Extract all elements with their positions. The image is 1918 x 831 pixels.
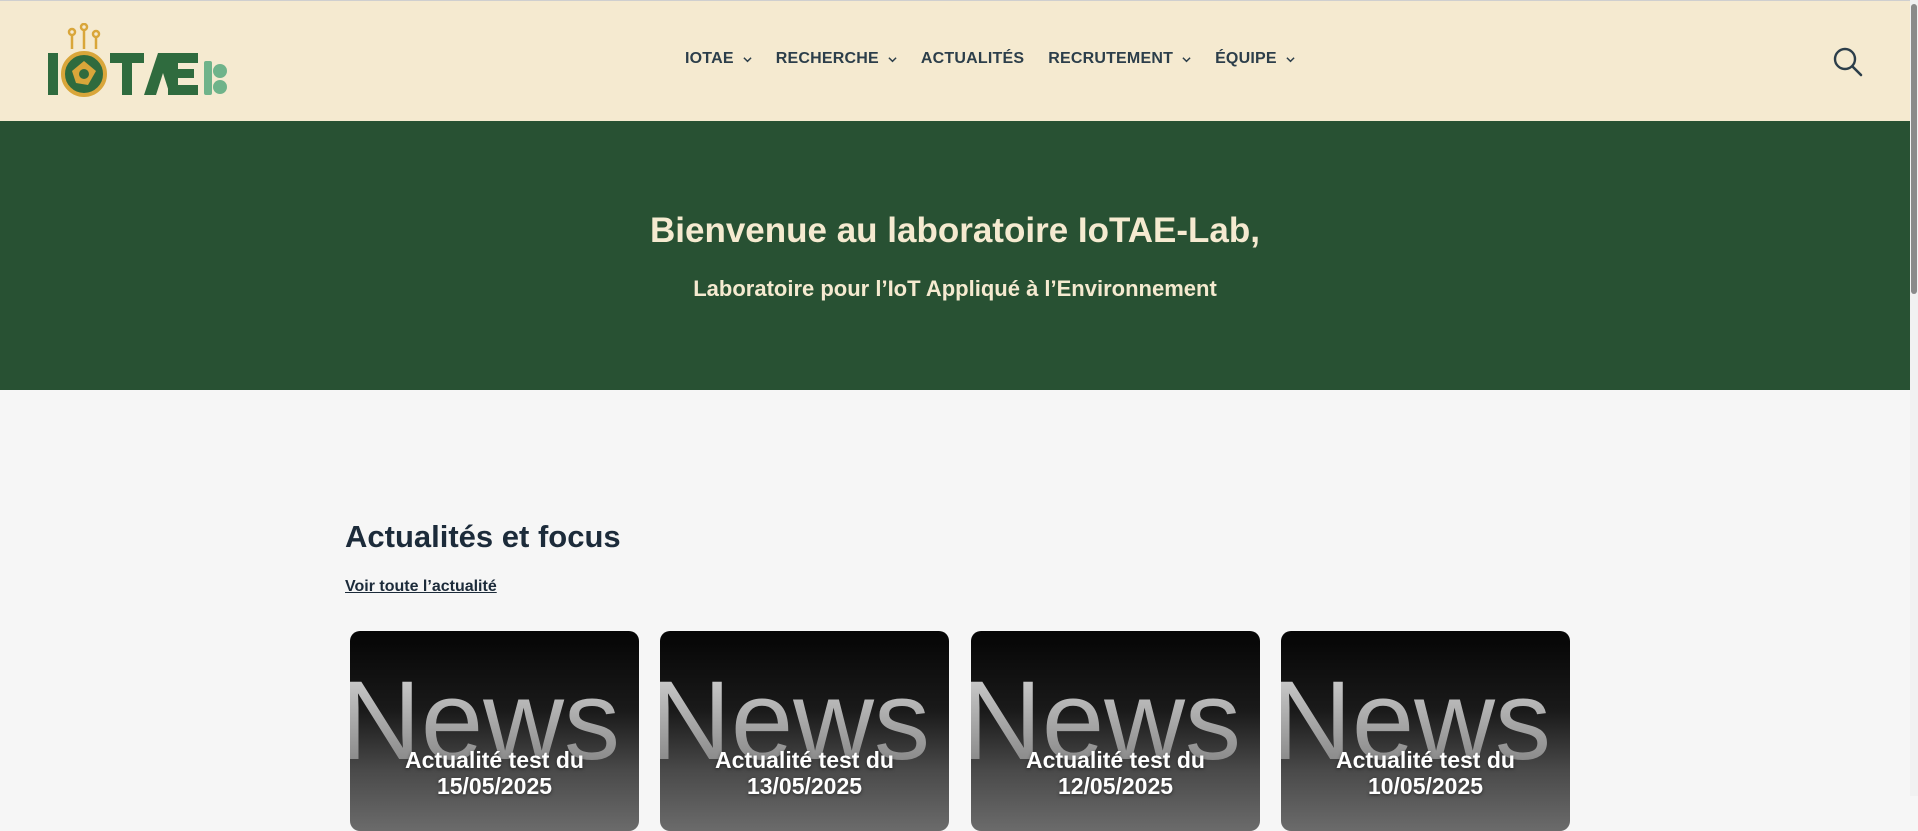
- news-card[interactable]: News Actualité test du 15/05/2025: [350, 631, 639, 831]
- news-card[interactable]: News Actualité test du 10/05/2025: [1281, 631, 1570, 831]
- nav-item-label: IOTAE: [685, 50, 734, 67]
- page-scrollbar[interactable]: [1910, 0, 1918, 796]
- news-image: News: [1281, 658, 1551, 783]
- nav-item-label: RECRUTEMENT: [1048, 50, 1174, 67]
- news-card[interactable]: News Actualité test du 12/05/2025: [971, 631, 1260, 831]
- hero-banner: Bienvenue au laboratoire IoTAE-Lab, Labo…: [0, 121, 1910, 390]
- hero-title: Bienvenue au laboratoire IoTAE-Lab,: [649, 211, 1260, 250]
- hero-subtitle: Laboratoire pour l’IoT Appliqué à l’Envi…: [693, 276, 1217, 301]
- chevron-down-icon: [888, 56, 897, 62]
- nav-item-label: ACTUALITÉS: [920, 50, 1025, 67]
- nav-item-equipe[interactable]: ÉQUIPE: [1215, 50, 1295, 68]
- site-header: IOTAE RECHERCHE ACTUALITÉS RECRUTEMENT É…: [0, 0, 1918, 121]
- news-image: News: [350, 658, 620, 783]
- chevron-down-icon: [1286, 56, 1295, 62]
- nav-item-recherche[interactable]: RECHERCHE: [776, 50, 897, 68]
- nav-item-label: ÉQUIPE: [1215, 50, 1277, 67]
- news-image: News: [660, 658, 930, 783]
- nav-item-label: RECHERCHE: [775, 50, 879, 67]
- news-card-title: Actualité test du 12/05/2025: [1026, 747, 1205, 799]
- see-all-news-link[interactable]: Voir toute l’actualité: [345, 578, 497, 596]
- scrollbar-thumb[interactable]: [1911, 4, 1917, 294]
- news-card[interactable]: News Actualité test du 13/05/2025: [660, 631, 949, 831]
- iotae-lab-logo[interactable]: [44, 22, 234, 103]
- news-section-title: Actualités et focus: [345, 519, 621, 554]
- nav-item-actualites[interactable]: ACTUALITÉS: [921, 50, 1024, 68]
- news-image: News: [971, 658, 1241, 783]
- news-card-title: Actualité test du 15/05/2025: [405, 747, 584, 799]
- nav-item-iotae[interactable]: IOTAE: [685, 50, 752, 68]
- main-nav: IOTAE RECHERCHE ACTUALITÉS RECRUTEMENT É…: [685, 50, 1319, 68]
- chevron-down-icon: [743, 56, 752, 62]
- chevron-down-icon: [1182, 56, 1191, 62]
- news-card-title: Actualité test du 10/05/2025: [1336, 747, 1515, 799]
- nav-item-recrutement[interactable]: RECRUTEMENT: [1048, 50, 1191, 68]
- search-button[interactable]: [1832, 46, 1864, 78]
- news-card-title: Actualité test du 13/05/2025: [715, 747, 894, 799]
- search-icon: [1833, 47, 1863, 77]
